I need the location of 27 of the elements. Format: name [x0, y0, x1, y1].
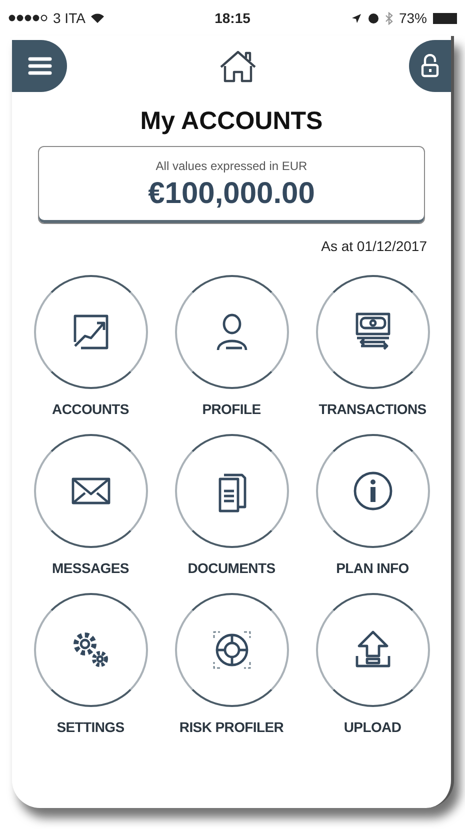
currency-note: All values expressed in EUR	[156, 158, 308, 175]
as-at-date: As at 01/12/2017	[321, 237, 427, 256]
menu-icon	[28, 56, 52, 76]
menu-tile[interactable]: DOCUMENTS	[161, 434, 302, 579]
lock-button[interactable]	[409, 40, 451, 92]
menu-tile[interactable]: MESSAGES	[20, 434, 161, 579]
menu-tile[interactable]: UPLOAD	[302, 593, 443, 738]
location-arrow-icon	[350, 12, 362, 24]
menu-tile[interactable]: SETTINGS	[20, 593, 161, 738]
menu-button[interactable]	[12, 40, 67, 92]
home-icon[interactable]	[219, 49, 257, 83]
wifi-icon	[90, 12, 106, 24]
menu-tile[interactable]: ACCOUNTS	[20, 275, 161, 420]
menu-tile[interactable]: PROFILE	[161, 275, 302, 420]
battery-percent: 73%	[398, 8, 427, 28]
balance-amount: €100,000.00	[148, 176, 315, 212]
menu-tile[interactable]: TRANSACTIONS	[302, 275, 443, 420]
signal-icon	[8, 14, 48, 22]
clock-time: 18:15	[214, 8, 250, 28]
bluetooth-icon	[384, 12, 393, 24]
alarm-icon	[368, 12, 379, 24]
menu-tile[interactable]: PLAN INFO	[302, 434, 443, 579]
menu-tile[interactable]: RISK PROFILER	[161, 593, 302, 738]
lock-icon	[421, 54, 439, 78]
carrier-name: 3 ITA	[53, 8, 86, 28]
battery-icon	[433, 12, 457, 24]
page-title: My ACCOUNTS	[139, 106, 324, 136]
